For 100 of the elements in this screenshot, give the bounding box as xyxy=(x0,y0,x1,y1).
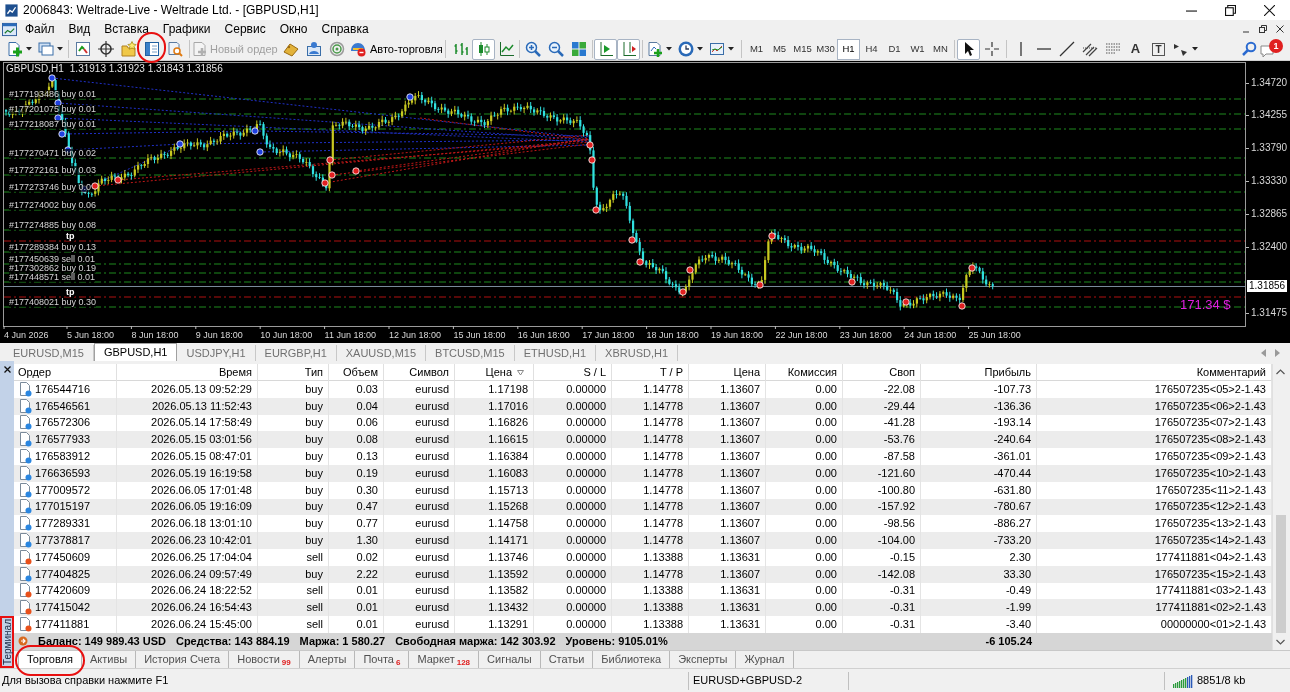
table-cell: 0.00 xyxy=(766,565,843,583)
menu-item[interactable]: Справка xyxy=(314,21,376,37)
timeframe-button[interactable]: W1 xyxy=(906,38,929,60)
table-cell: -100.80 xyxy=(843,481,921,499)
price-label: 1.34255 xyxy=(1251,109,1288,121)
magnifier-document-icon[interactable] xyxy=(166,41,183,57)
chart-list-icon[interactable] xyxy=(74,41,91,57)
dropdown-caret-icon[interactable] xyxy=(57,47,63,51)
close-icon[interactable] xyxy=(3,366,11,373)
dropdown-caret-icon[interactable] xyxy=(666,47,672,51)
menu-item[interactable]: Файл xyxy=(18,21,62,37)
search-icon[interactable] xyxy=(1240,41,1257,57)
menu-item[interactable]: Окно xyxy=(272,21,315,37)
date-label: 9 Jun 18:00 xyxy=(195,329,243,341)
table-cell: -107.73 xyxy=(921,381,1037,398)
clock-icon[interactable] xyxy=(678,41,694,57)
table-cell: -121.60 xyxy=(843,465,921,482)
timeframe-button[interactable]: H1 xyxy=(837,38,860,60)
speech-bubble-icon[interactable] xyxy=(1260,42,1276,59)
timeframe-button[interactable]: D1 xyxy=(883,38,906,60)
account-summary: Баланс: 149 989.43 USD xyxy=(38,634,166,648)
table-cell: -136.36 xyxy=(921,397,1037,415)
table-cell: 0.30 xyxy=(329,481,384,499)
table-cell: 1.13291 xyxy=(455,616,534,633)
dropdown-caret-icon[interactable] xyxy=(26,47,32,51)
person-window-icon[interactable] xyxy=(305,41,322,57)
restore-icon[interactable] xyxy=(1225,4,1236,16)
menu-item[interactable]: Вставка xyxy=(97,21,156,37)
arrows-icon[interactable] xyxy=(1173,41,1189,57)
tile-windows-icon[interactable] xyxy=(570,41,587,57)
dropdown-caret-icon[interactable] xyxy=(1192,47,1198,51)
table-cell: 1.13607 xyxy=(689,481,766,499)
dropdown-caret-icon[interactable] xyxy=(728,47,734,51)
channel-icon[interactable] xyxy=(1081,41,1098,57)
timeframe-button[interactable]: MN xyxy=(929,38,952,60)
scroll-right-icon[interactable] xyxy=(1275,349,1280,357)
document-plus-icon[interactable] xyxy=(647,41,663,57)
table-row[interactable]: 177415042 2026.06.24 16:54:43 sell 0.01 eurusd 1.13432 0.00000 1.13388 1.13631 0.00 -0.31 -1.99 177411881<02>2-1.43 xyxy=(14,599,1272,617)
menu-item[interactable]: Графики xyxy=(155,21,218,37)
timeframe-button[interactable]: M15 xyxy=(791,38,814,60)
account-summary: Уровень: 9105.01% xyxy=(565,634,668,648)
text-tool-button[interactable]: A xyxy=(1130,42,1141,56)
table-cell: -29.44 xyxy=(843,397,921,415)
dropdown-caret-icon[interactable] xyxy=(697,47,703,51)
table-cell: 0.00000 xyxy=(534,397,612,415)
document-plus-icon[interactable] xyxy=(7,41,23,57)
sort-icon[interactable] xyxy=(517,369,524,376)
rings-icon[interactable] xyxy=(328,41,345,57)
menu-item[interactable]: Сервис xyxy=(217,21,273,37)
document-icon xyxy=(19,482,32,498)
table-cell: 1.13746 xyxy=(455,548,534,566)
table-cell: 0.00000 xyxy=(534,548,612,566)
tag-icon[interactable] xyxy=(282,41,299,57)
target-icon[interactable] xyxy=(97,41,114,57)
diagonal-line-icon[interactable] xyxy=(1058,41,1075,57)
scrollbar-thumb[interactable] xyxy=(1275,515,1286,633)
folder-star-icon[interactable] xyxy=(120,41,137,57)
scroll-up-icon[interactable] xyxy=(1276,369,1285,375)
timeframe-button[interactable]: M5 xyxy=(768,38,791,60)
menu-item[interactable]: Вид xyxy=(61,21,98,37)
table-cell: 1.13388 xyxy=(612,616,689,633)
close-icon[interactable] xyxy=(1276,25,1284,33)
crosshair-icon[interactable] xyxy=(983,41,1000,57)
table-cell: 0.00000 xyxy=(534,616,612,633)
scroll-down-icon[interactable] xyxy=(1276,639,1285,645)
document-icon xyxy=(19,398,32,414)
restore-icon[interactable] xyxy=(1259,25,1267,33)
chart-tab[interactable]: GBPUSD,H1 xyxy=(93,343,178,361)
chart-window-icon[interactable] xyxy=(709,41,725,57)
dotted-lines-icon[interactable] xyxy=(1104,41,1121,57)
date-label: 4 Jun 2026 xyxy=(4,329,49,341)
price-label: 1.31475 xyxy=(1251,307,1288,319)
table-row[interactable]: 177378817 2026.06.23 10:42:01 buy 1.30 eurusd 1.14171 0.00000 1.14778 1.13607 0.00 -104.00 -733.20 176507235<14>2-1.43 xyxy=(14,532,1272,549)
table-cell: 0.00 xyxy=(766,381,843,398)
document-icon xyxy=(19,465,32,481)
table-cell: buy xyxy=(258,397,329,415)
zoom-in-icon[interactable] xyxy=(524,41,541,57)
document-icon xyxy=(19,415,32,431)
timeframe-button[interactable]: M1 xyxy=(745,38,768,60)
window-title: 2006843: Weltrade-Live - Weltrade Ltd. - [GBPUSD,H1] xyxy=(23,3,319,17)
table-cell: 1.13388 xyxy=(612,548,689,566)
panel-window-icon[interactable] xyxy=(143,41,160,57)
timeframe-button[interactable]: H4 xyxy=(860,38,883,60)
order-number: 177404825 xyxy=(35,567,91,581)
timeframe-button[interactable]: M30 xyxy=(814,38,837,60)
zoom-out-icon[interactable] xyxy=(547,41,564,57)
text-label-tool-button[interactable]: T xyxy=(1152,42,1165,56)
date-label: 10 Jun 18:00 xyxy=(260,329,313,341)
toolbar-button[interactable]: Авто-торговля xyxy=(348,39,442,59)
cap-icon[interactable] xyxy=(350,41,366,57)
scroll-left-icon[interactable] xyxy=(1261,349,1266,357)
table-row[interactable]: 176577933 2026.05.15 03:01:56 buy 0.08 eurusd 1.16615 0.00000 1.14778 1.13607 0.00 -53.76 -240.64 176507235<08>2-1.43 xyxy=(14,431,1272,449)
close-icon[interactable] xyxy=(1264,4,1275,16)
line-chart-icon[interactable] xyxy=(498,41,515,57)
table-cell: buy xyxy=(258,448,329,465)
table-cell: 0.00 xyxy=(766,548,843,566)
bar-chart-icon[interactable] xyxy=(452,41,469,57)
table-cell: 2026.05.15 08:47:01 xyxy=(117,448,258,465)
table-cell: 2026.06.05 17:01:48 xyxy=(117,481,258,499)
table-cell: -733.20 xyxy=(921,532,1037,549)
